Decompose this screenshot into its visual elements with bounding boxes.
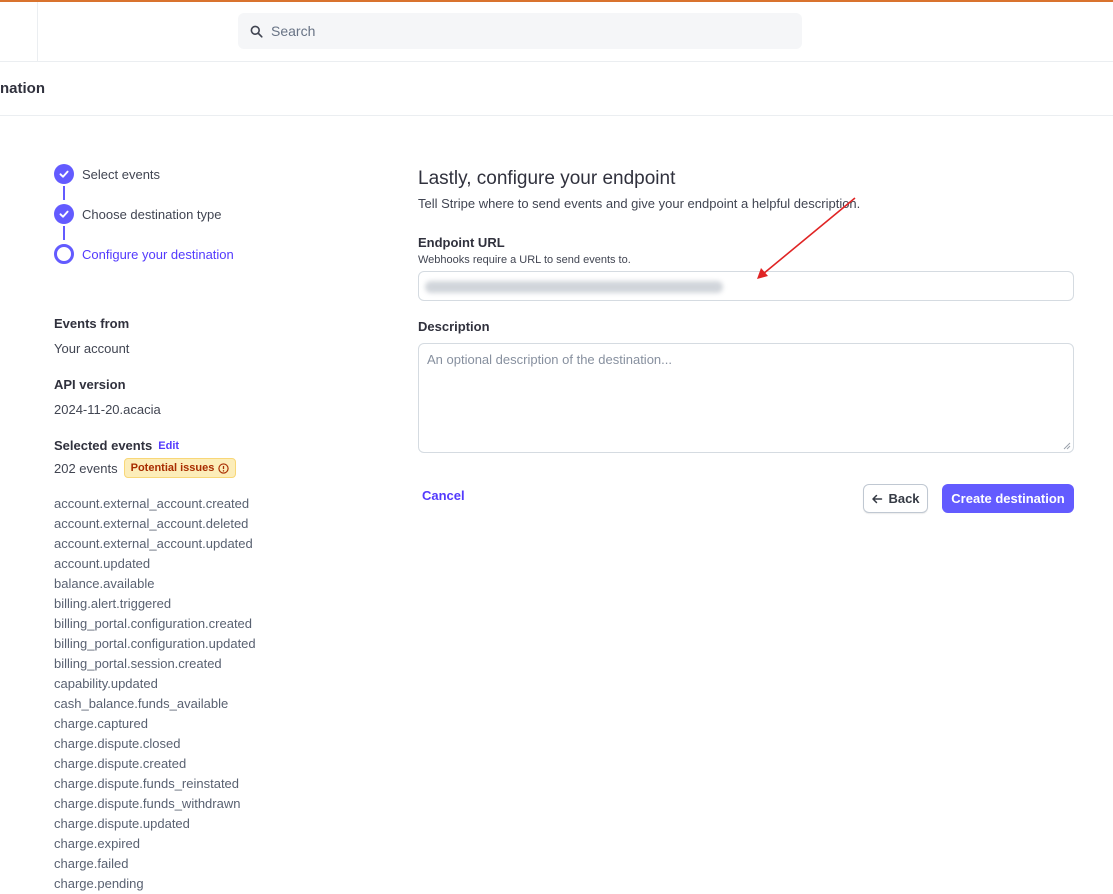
selected-events-header: Selected events Edit xyxy=(54,438,236,453)
list-item: billing_portal.session.created xyxy=(54,656,222,671)
top-bar: Search xyxy=(0,2,1113,62)
list-item: billing_portal.configuration.updated xyxy=(54,636,256,651)
step-connector xyxy=(63,186,65,200)
page-title: nation xyxy=(0,80,45,97)
info-icon xyxy=(218,462,230,474)
selected-events-section: Selected events Edit 202 events Potentia… xyxy=(54,438,237,478)
list-item: capability.updated xyxy=(54,676,158,691)
step-select-events: Select events xyxy=(54,164,314,184)
selected-events-label: Selected events xyxy=(54,438,153,453)
search-placeholder: Search xyxy=(271,23,316,39)
list-item: account.external_account.created xyxy=(54,496,250,511)
api-version-section: API version 2024-11-20.acacia xyxy=(54,377,161,417)
form-heading: Lastly, configure your endpoint xyxy=(418,168,676,189)
list-item: charge.dispute.updated xyxy=(54,816,190,831)
list-item: charge.pending xyxy=(54,876,144,891)
api-version-value: 2024-11-20.acacia xyxy=(54,402,161,417)
list-item: account.external_account.deleted xyxy=(54,516,249,531)
create-destination-button[interactable]: Create destination xyxy=(942,484,1074,513)
back-button[interactable]: Back xyxy=(863,484,928,513)
description-placeholder: An optional description of the destinati… xyxy=(427,352,672,367)
list-item: charge.failed xyxy=(54,856,129,871)
events-from-value: Your account xyxy=(54,341,130,356)
list-item: account.updated xyxy=(54,556,151,571)
search-bar[interactable]: Search xyxy=(238,13,802,49)
events-count: 202 events xyxy=(54,460,118,476)
description-label: Description xyxy=(418,319,490,334)
list-item: account.external_account.updated xyxy=(54,536,253,551)
form-subtitle: Tell Stripe where to send events and giv… xyxy=(418,196,861,211)
list-item: charge.captured xyxy=(54,716,148,731)
step-connector xyxy=(63,226,65,240)
sidebar-divider xyxy=(37,2,38,62)
list-item: charge.dispute.created xyxy=(54,756,187,771)
title-bar: nation xyxy=(0,62,1113,116)
step-choose-destination-type: Choose destination type xyxy=(54,204,314,224)
endpoint-url-label: Endpoint URL xyxy=(418,235,505,250)
check-icon xyxy=(54,164,74,184)
api-version-label: API version xyxy=(54,377,126,392)
list-item: charge.dispute.closed xyxy=(54,736,181,751)
step-label: Configure your destination xyxy=(82,246,234,262)
resize-handle-icon[interactable] xyxy=(1063,442,1071,450)
list-item: balance.available xyxy=(54,576,155,591)
back-label: Back xyxy=(888,491,920,506)
endpoint-url-help: Webhooks require a URL to send events to… xyxy=(418,254,631,266)
endpoint-form: Lastly, configure your endpoint Tell Str… xyxy=(418,168,1074,453)
search-icon xyxy=(250,25,263,38)
event-list: account.external_account.created account… xyxy=(54,494,256,894)
current-step-icon xyxy=(54,244,74,264)
description-textarea[interactable]: An optional description of the destinati… xyxy=(418,343,1074,453)
redacted-url-value xyxy=(425,281,723,293)
arrow-left-icon xyxy=(872,494,883,503)
cancel-button[interactable]: Cancel xyxy=(422,488,465,503)
events-from-label: Events from xyxy=(54,316,130,331)
edit-events-link[interactable]: Edit xyxy=(158,440,179,452)
endpoint-url-input[interactable] xyxy=(418,271,1074,301)
potential-issues-badge[interactable]: Potential issues xyxy=(123,458,237,478)
list-item: charge.dispute.funds_withdrawn xyxy=(54,796,241,811)
list-item: billing_portal.configuration.created xyxy=(54,616,253,631)
events-count-row: 202 events Potential issues xyxy=(54,458,237,478)
list-item: billing.alert.triggered xyxy=(54,596,172,611)
check-icon xyxy=(54,204,74,224)
events-from-section: Events from Your account xyxy=(54,316,129,356)
list-item: charge.dispute.funds_reinstated xyxy=(54,776,240,791)
step-label: Choose destination type xyxy=(82,206,222,222)
step-label: Select events xyxy=(82,166,161,182)
badge-label: Potential issues xyxy=(130,462,215,474)
list-item: cash_balance.funds_available xyxy=(54,696,229,711)
list-item: charge.expired xyxy=(54,836,140,851)
step-configure-destination: Configure your destination xyxy=(54,244,314,264)
